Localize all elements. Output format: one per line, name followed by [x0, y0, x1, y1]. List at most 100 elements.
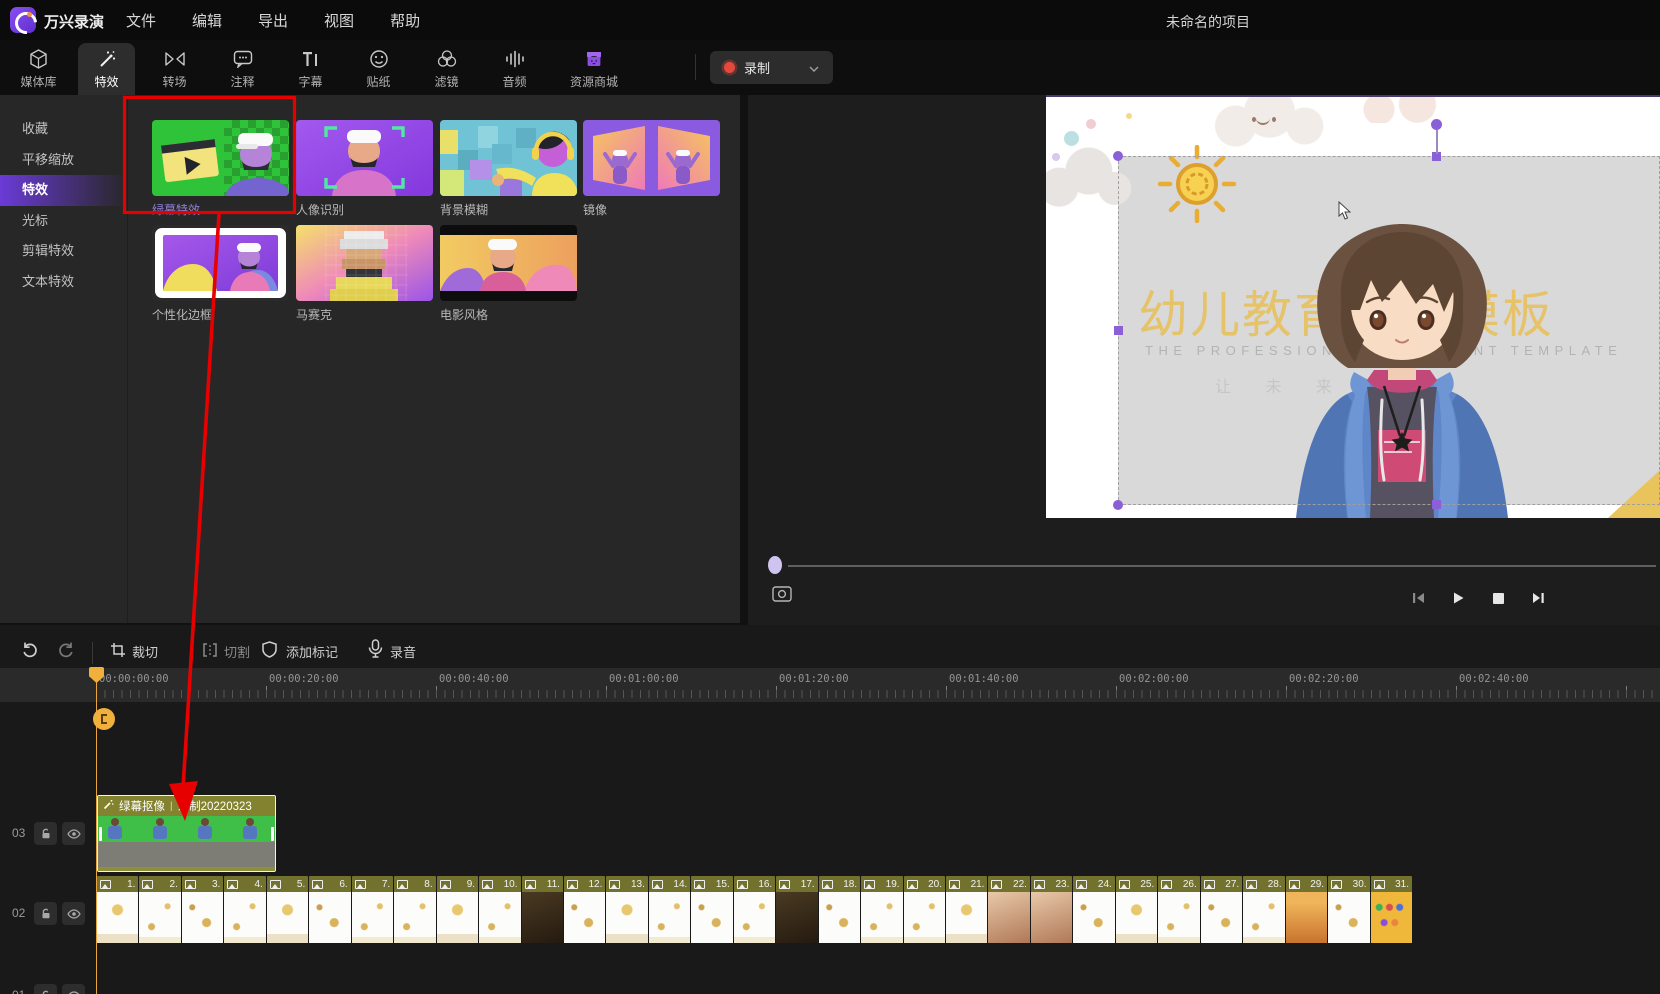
- track-visibility-button[interactable]: [62, 902, 85, 925]
- timeline-image-clip[interactable]: 9.: [437, 876, 478, 944]
- sidebar-item[interactable]: 剪辑特效: [0, 236, 127, 267]
- effect-thumbnail[interactable]: [296, 225, 433, 301]
- timeline-image-clip[interactable]: 11.: [522, 876, 563, 944]
- record-voice-button[interactable]: 录音: [390, 642, 416, 661]
- timeline-image-clip[interactable]: 17.: [776, 876, 817, 944]
- snapshot-camera-button[interactable]: [772, 584, 794, 604]
- menubar-item[interactable]: 文件: [126, 10, 156, 31]
- rotation-handle[interactable]: [1431, 119, 1442, 130]
- sidebar-item[interactable]: 光标: [0, 206, 127, 237]
- add-marker-icon[interactable]: [262, 641, 277, 658]
- effect-custom-border[interactable]: 个性化边框: [152, 225, 289, 323]
- track-visibility-button[interactable]: [62, 984, 85, 994]
- timeline-image-clip[interactable]: 30.: [1328, 876, 1369, 944]
- timeline-image-clip[interactable]: 25.: [1116, 876, 1157, 944]
- timeline-image-clip[interactable]: 2.: [139, 876, 180, 944]
- selection-handle-top-left[interactable]: [1113, 151, 1123, 161]
- cut-button[interactable]: 切割: [224, 642, 250, 661]
- timeline-image-clip[interactable]: 6.: [309, 876, 350, 944]
- chevron-down-icon[interactable]: [809, 59, 819, 77]
- record-button[interactable]: 录制: [710, 51, 833, 84]
- timeline-image-clip[interactable]: 7.: [352, 876, 393, 944]
- timeline-image-clip[interactable]: 22.: [988, 876, 1029, 944]
- effect-cinema-style[interactable]: 电影风格: [440, 225, 577, 323]
- timeline-image-clip[interactable]: 19.: [861, 876, 902, 944]
- record-dot-icon: [724, 62, 735, 73]
- timeline-image-clip[interactable]: 1.: [97, 876, 138, 944]
- timeline-image-clip[interactable]: 18.: [819, 876, 860, 944]
- effect-thumbnail[interactable]: [296, 120, 433, 196]
- effect-thumbnail[interactable]: [152, 120, 289, 196]
- effect-face-detect[interactable]: 人像识别: [296, 120, 433, 218]
- microphone-icon[interactable]: [368, 639, 383, 659]
- tab-effects[interactable]: 特效: [78, 43, 135, 95]
- timeline-image-clip[interactable]: 28.: [1243, 876, 1284, 944]
- marker-badge-icon[interactable]: [93, 708, 115, 730]
- track-visibility-button[interactable]: [62, 822, 85, 845]
- effect-mirror[interactable]: 镜像: [583, 120, 720, 218]
- effect-green-screen[interactable]: 绿幕特效: [152, 120, 289, 218]
- cut-icon[interactable]: [202, 642, 218, 658]
- crop-icon[interactable]: [110, 642, 126, 658]
- tab-media-library[interactable]: 媒体库: [10, 43, 67, 95]
- timeline-image-clip[interactable]: 15.: [691, 876, 732, 944]
- effect-mosaic[interactable]: 马赛克: [296, 225, 433, 323]
- tab-filters[interactable]: 滤镜: [418, 43, 475, 95]
- stop-button[interactable]: [1490, 590, 1506, 606]
- track-lock-button[interactable]: [34, 984, 57, 994]
- timeline-clip-green-screen[interactable]: 绿幕抠像 | 录制20220323: [97, 795, 276, 872]
- menubar-item[interactable]: 导出: [258, 10, 288, 31]
- selection-handle-bottom-left[interactable]: [1113, 500, 1123, 510]
- timeline-image-clip[interactable]: 16.: [734, 876, 775, 944]
- play-button[interactable]: [1450, 590, 1466, 606]
- timeline-image-clip[interactable]: 4.: [224, 876, 265, 944]
- seek-bar[interactable]: [788, 565, 1656, 567]
- timeline-image-clip[interactable]: 27.: [1201, 876, 1242, 944]
- tab-resource-store[interactable]: 资源商城: [554, 43, 634, 95]
- selection-handle-mid-left[interactable]: [1114, 326, 1123, 335]
- effect-thumbnail[interactable]: [583, 120, 720, 196]
- timeline-image-clip[interactable]: 29.: [1286, 876, 1327, 944]
- tab-annotations[interactable]: 注释: [214, 43, 271, 95]
- timeline-ruler[interactable]: 00:00:00:0000:00:20:0000:00:40:0000:01:0…: [0, 668, 1660, 702]
- tab-audio[interactable]: 音频: [486, 43, 543, 95]
- timeline-image-clip[interactable]: 10.: [479, 876, 520, 944]
- seek-knob[interactable]: [768, 556, 782, 574]
- timeline-image-clip[interactable]: 23.: [1031, 876, 1072, 944]
- timeline-image-clip[interactable]: 8.: [394, 876, 435, 944]
- effect-thumbnail[interactable]: [152, 225, 289, 301]
- timeline-image-clip[interactable]: 5.: [267, 876, 308, 944]
- menubar-item[interactable]: 视图: [324, 10, 354, 31]
- crop-button[interactable]: 裁切: [132, 642, 158, 661]
- timeline-image-clip[interactable]: 21.: [946, 876, 987, 944]
- sidebar-item[interactable]: 特效: [0, 175, 127, 206]
- effect-thumbnail[interactable]: [440, 225, 577, 301]
- tab-subtitles[interactable]: 字幕: [282, 43, 339, 95]
- menubar-item[interactable]: 帮助: [390, 10, 420, 31]
- tab-transitions[interactable]: 转场: [146, 43, 203, 95]
- sidebar-item[interactable]: 收藏: [0, 114, 127, 145]
- add-marker-button[interactable]: 添加标记: [286, 642, 338, 661]
- previous-frame-button[interactable]: [1410, 590, 1426, 606]
- sidebar-item[interactable]: 文本特效: [0, 267, 127, 298]
- selection-handle-mid-bottom[interactable]: [1432, 500, 1441, 509]
- track-lock-button[interactable]: [34, 902, 57, 925]
- timeline-image-clip[interactable]: 12.: [564, 876, 605, 944]
- menubar-item[interactable]: 编辑: [192, 10, 222, 31]
- selection-box[interactable]: [1118, 156, 1660, 505]
- undo-button[interactable]: [20, 639, 40, 659]
- sidebar-item[interactable]: 平移缩放: [0, 145, 127, 176]
- timeline-image-clip[interactable]: 31.: [1371, 876, 1412, 944]
- timeline-image-clip[interactable]: 3.: [182, 876, 223, 944]
- timeline-image-clip[interactable]: 13.: [606, 876, 647, 944]
- tab-stickers[interactable]: 贴纸: [350, 43, 407, 95]
- redo-button[interactable]: [56, 639, 76, 659]
- next-frame-button[interactable]: [1530, 590, 1546, 606]
- timeline-image-clip[interactable]: 26.: [1158, 876, 1199, 944]
- timeline-image-clip[interactable]: 20.: [904, 876, 945, 944]
- track-lock-button[interactable]: [34, 822, 57, 845]
- timeline-image-clip[interactable]: 24.: [1073, 876, 1114, 944]
- timeline-image-clip[interactable]: 14.: [649, 876, 690, 944]
- effect-background-blur[interactable]: 背景模糊: [440, 120, 577, 218]
- effect-thumbnail[interactable]: [440, 120, 577, 196]
